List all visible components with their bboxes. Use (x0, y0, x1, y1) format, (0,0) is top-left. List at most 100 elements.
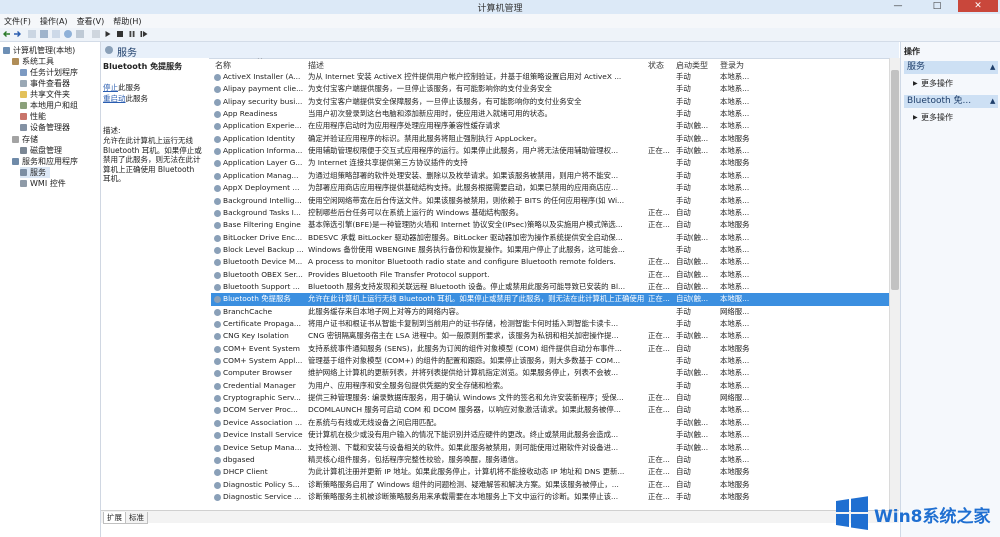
table-row[interactable]: Diagnostic Policy S... 诊断策略服务启用了 Windows … (211, 479, 889, 491)
table-row[interactable]: App Readiness 当用户初次登录到这台电脑和添加新应用时，使应用进入就绪… (211, 108, 889, 120)
restart-service-icon[interactable] (140, 30, 148, 38)
menu-help[interactable]: 帮助(H) (109, 14, 146, 27)
tree-wmi-control[interactable]: WMI 控件 (20, 178, 66, 189)
service-status: 正在... (648, 207, 670, 217)
table-row[interactable]: Background Intellig... 使用空闲网络带宽在后台传送文件。如果… (211, 195, 889, 207)
menu-file[interactable]: 文件(F) (0, 14, 36, 27)
table-row[interactable]: Block Level Backup ... Windows 备份使用 WBENG… (211, 244, 889, 256)
table-row[interactable]: Bluetooth OBEX Ser... Provides Bluetooth … (211, 269, 889, 281)
table-row[interactable]: Device Install Service 使计算机在极少或没有用户输入的情况下… (211, 429, 889, 441)
service-name: Application Informa... (223, 146, 303, 156)
tree-storage[interactable]: 存储 (12, 134, 38, 145)
tree-computer-management[interactable]: 计算机管理(本地) (3, 45, 75, 56)
table-row[interactable]: Cryptographic Serv... 提供三种管理服务: 编录数据库服务，用… (211, 392, 889, 404)
table-row[interactable]: DHCP Client 为此计算机注册并更新 IP 地址。如果此服务停止，计算机将… (211, 466, 889, 478)
stop-service-icon[interactable] (117, 31, 123, 37)
collapse-arrow-icon[interactable]: ▲ (990, 97, 995, 105)
service-startup-type: 手动 (676, 306, 691, 316)
actions-group-services[interactable]: 服务 (904, 61, 998, 74)
pause-service-icon[interactable] (128, 30, 136, 38)
menu-view[interactable]: 查看(V) (73, 14, 110, 27)
table-row[interactable]: dbgased 精灵核心组件服务，包括程序完整性校验，服务唤醒，服务通信。 正在..… (211, 454, 889, 466)
start-service-icon[interactable] (104, 30, 112, 38)
table-row[interactable]: Bluetooth Support ... Bluetooth 服务支持发现和关联… (211, 281, 889, 293)
table-row[interactable]: Credential Manager 为用户、应用程序和安全服务包提供凭据的安全存… (211, 380, 889, 392)
tree-performance[interactable]: 性能 (20, 111, 46, 122)
tree-task-scheduler[interactable]: 任务计划程序 (20, 67, 78, 78)
table-row[interactable]: COM+ System Appl... 管理基于组件对象模型 (COM+) 的组件… (211, 355, 889, 367)
help-icon[interactable] (64, 30, 72, 38)
tree-services[interactable]: 服务 (20, 167, 50, 178)
tree-local-users[interactable]: 本地用户和组 (20, 100, 78, 111)
vertical-scrollbar[interactable] (889, 58, 900, 510)
tab-standard[interactable]: 标准 (125, 512, 148, 524)
table-row[interactable]: Alipay security busi... 为支付宝客户端提供安全保障服务，一… (211, 96, 889, 108)
table-row[interactable]: CNG Key Isolation CNG 密钥隔离服务宿主在 LSA 进程中。如… (211, 330, 889, 342)
view-tabs: 扩展 标准 (101, 510, 899, 524)
scrollbar-thumb[interactable] (891, 70, 899, 290)
up-level-icon[interactable] (28, 30, 36, 38)
collapse-arrow-icon[interactable]: ▲ (990, 63, 995, 71)
export-list-icon[interactable] (52, 30, 60, 38)
table-row[interactable]: AppX Deployment ... 为部署应用商店应用程序提供基础结构支持。此… (211, 182, 889, 194)
title-bar: 计算机管理 — □ ✕ (0, 0, 1000, 15)
table-row[interactable]: Bluetooth Device M... A process to monito… (211, 256, 889, 268)
column-header-startup-type[interactable]: 启动类型 (676, 60, 708, 71)
table-row[interactable]: Background Tasks I... 控制哪些后台任务可以在系统上运行的 W… (211, 207, 889, 219)
table-row[interactable]: DCOM Server Proc... DCOMLAUNCH 服务可启动 COM … (211, 404, 889, 416)
refresh-icon[interactable] (92, 30, 100, 38)
table-row[interactable]: Device Setup Mana... 支持检测、下载和安装与设备相关的软件。如… (211, 442, 889, 454)
description-label: 描述: (103, 126, 121, 135)
stop-service-link[interactable]: 停止 (103, 83, 118, 92)
service-logon-as: 本地服务 (720, 158, 750, 168)
more-actions-bluetooth[interactable]: 更多操作 (921, 112, 953, 123)
column-header-name[interactable]: 名称 (215, 60, 231, 71)
table-row[interactable]: BitLocker Drive Enc... BDESVC 承载 BitLocke… (211, 232, 889, 244)
tree-services-apps[interactable]: 服务和应用程序 (12, 156, 78, 167)
table-row[interactable]: ActiveX Installer (A... 为从 Internet 安装 Ac… (211, 71, 889, 83)
column-header-logon-as[interactable]: 登录为 (720, 60, 744, 71)
tree-event-viewer[interactable]: 事件查看器 (20, 78, 70, 89)
service-name: Device Setup Mana... (223, 442, 302, 452)
tree-system-tools[interactable]: 系统工具 (12, 56, 54, 67)
show-hide-tree-icon[interactable] (40, 30, 48, 38)
column-header-description[interactable]: 描述 (308, 60, 324, 71)
table-row[interactable]: Application Layer G... 为 Internet 连接共享提供第… (211, 157, 889, 169)
clock-icon (20, 69, 27, 76)
more-actions-services[interactable]: 更多操作 (921, 78, 953, 89)
back-arrow-icon[interactable] (3, 30, 11, 38)
service-status: 正在... (648, 331, 670, 341)
table-row[interactable]: Certificate Propaga... 将用户证书和根证书从智能卡复制到当前… (211, 318, 889, 330)
forward-arrow-icon[interactable] (13, 30, 21, 38)
close-button[interactable]: ✕ (958, 0, 998, 12)
table-row[interactable]: Bluetooth 免提服务 允许在此计算机上运行无线 Bluetooth 耳机。… (211, 293, 889, 306)
table-row[interactable]: BranchCache 此服务缓存来自本地子网上对等方的网络内容。 手动 网络服... (211, 306, 889, 318)
properties-icon[interactable] (76, 30, 84, 38)
table-row[interactable]: Computer Browser 维护网络上计算机的更新列表，并将列表提供给计算机… (211, 367, 889, 379)
restart-service-link[interactable]: 重启动 (103, 94, 126, 103)
service-logon-as: 本地服务 (720, 491, 750, 501)
actions-group-bluetooth[interactable]: Bluetooth 免... (904, 95, 998, 108)
table-row[interactable]: COM+ Event System 支持系统事件通知服务 (SENS)，此服务为订… (211, 343, 889, 355)
table-row[interactable]: Application Informa... 使用辅助管理权限便于交互式应用程序的… (211, 145, 889, 157)
table-row[interactable]: Device Association ... 在系统与有线或无线设备之间启用匹配。… (211, 417, 889, 429)
table-row[interactable]: Application Experie... 在应用程序启动时为应用程序处理应用程… (211, 120, 889, 132)
menu-action[interactable]: 操作(A) (36, 14, 73, 27)
table-row[interactable]: Application Manag... 为通过组策略部署的软件处理安装、删除以及… (211, 170, 889, 182)
service-status: 正在... (648, 467, 670, 477)
table-row[interactable]: Application Identity 确定并验证应用程序的标识。禁用此服务将阻… (211, 133, 889, 145)
tree-device-manager[interactable]: 设备管理器 (20, 122, 70, 133)
table-row[interactable]: Base Filtering Engine 基本筛选引擎(BFE)是一种管理防火墙… (211, 219, 889, 231)
tab-extended[interactable]: 扩展 (103, 512, 126, 524)
maximize-button[interactable]: □ (918, 0, 956, 12)
table-row[interactable]: Diagnostic Service ... 诊断策略服务主机被诊断策略服务用来承… (211, 491, 889, 503)
table-row[interactable]: Alipay payment clie... 为支付宝客户端提供服务，一旦停止该服… (211, 83, 889, 95)
column-header-status[interactable]: 状态 (648, 60, 664, 71)
tree-disk-management[interactable]: 磁盘管理 (20, 145, 62, 156)
tree-shared-folders[interactable]: 共享文件夹 (20, 89, 70, 100)
users-icon (20, 102, 27, 109)
minimize-button[interactable]: — (880, 0, 916, 12)
service-description: 使计算机在极少或没有用户输入的情况下能识别并适应硬件的更改。终止或禁用此服务会造… (308, 430, 619, 440)
service-description: Provides Bluetooth File Transfer Protoco… (308, 269, 490, 279)
service-logon-as: 本地系... (720, 368, 750, 378)
